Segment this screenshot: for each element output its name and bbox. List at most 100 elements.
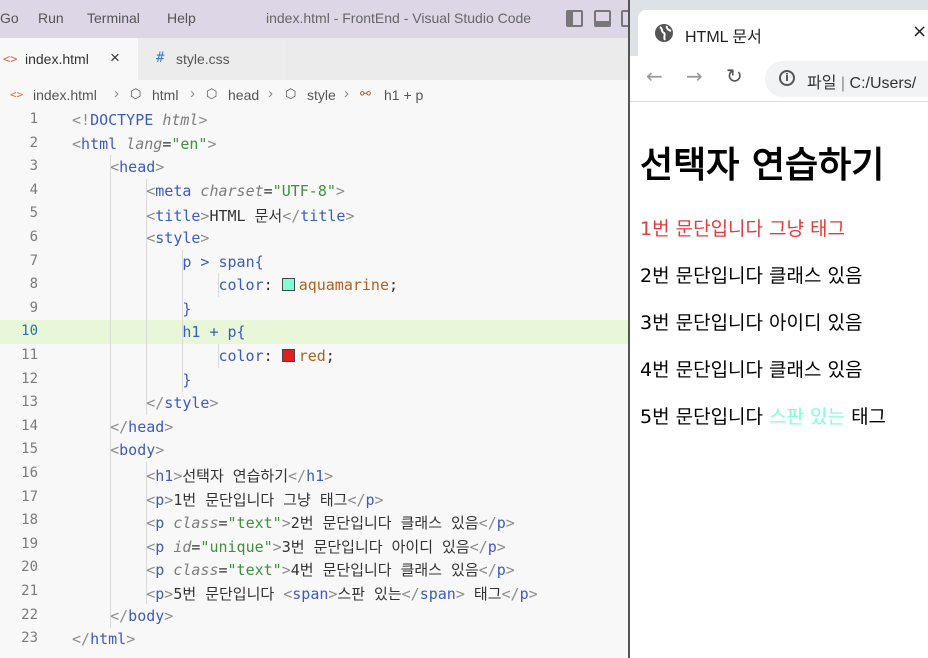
line-number: 1 (29, 111, 38, 127)
html-file-icon: <> (10, 88, 24, 101)
protocol-label: 파일 (807, 75, 837, 92)
code-line[interactable]: 5 <title>HTML 문서</title> (0, 202, 628, 227)
paragraph-4: 4번 문단입니다 클래스 있음 (640, 359, 863, 381)
code-line[interactable]: 12} (0, 367, 628, 392)
address-bar[interactable]: i 파일 | C:/Users/ (765, 61, 928, 97)
line-number: 7 (29, 252, 38, 269)
code-text: </style> (146, 394, 219, 413)
code-line[interactable]: 22 </body> (0, 603, 628, 628)
line-number: 3 (29, 158, 38, 175)
browser-tab-title: HTML 문서 (685, 29, 762, 46)
line-number: 20 (21, 559, 38, 576)
code-text: <!DOCTYPE html> (72, 111, 208, 129)
editor-tab-bar: <> index.html × # style.css (0, 38, 628, 80)
code-line[interactable]: 14 </head> (0, 414, 628, 439)
browser-tab[interactable]: HTML 문서 × (638, 10, 928, 56)
code-line[interactable]: 20 <p class="text">4번 문단입니다 클래스 있음</p> (0, 556, 628, 581)
indent-guide (110, 226, 111, 250)
close-tab-icon[interactable]: × (110, 48, 120, 68)
menu-terminal[interactable]: Terminal (87, 10, 140, 26)
code-line[interactable]: 21 <p>5번 문단입니다 <span>스판 있는</span> 태그</p> (0, 580, 628, 604)
breadcrumb-item[interactable]: style (307, 87, 336, 103)
toggle-sidebar-icon[interactable] (566, 10, 583, 27)
code-text: color: aquamarine; (218, 276, 399, 295)
code-text: } (182, 299, 192, 318)
indent-guide (182, 273, 184, 298)
line-number: 23 (21, 630, 38, 647)
code-line[interactable]: 23 </html> (0, 627, 628, 651)
browser-tab-strip: HTML 문서 × (630, 0, 928, 56)
code-text: p > span{ (182, 252, 264, 271)
breadcrumb-item[interactable]: head (228, 87, 259, 103)
tab-style-css[interactable]: # style.css (138, 38, 286, 80)
line-number: 21 (21, 583, 38, 599)
breadcrumb-item[interactable]: html (152, 87, 178, 103)
indent-guide (146, 296, 148, 321)
indent-guide (146, 249, 148, 274)
paragraph-1: 1번 문단입니다 그냥 태그 (640, 218, 846, 240)
code-line[interactable]: 1 <!DOCTYPE html> (0, 108, 628, 132)
line-number: 17 (21, 488, 38, 505)
code-line[interactable]: 6 <style> (0, 226, 628, 250)
code-text: <p>1번 문단입니다 그냥 태그</p> (146, 490, 384, 509)
line-number: 6 (29, 229, 38, 245)
menu-go[interactable]: Go (0, 10, 19, 26)
back-arrow-icon[interactable]: ← (646, 66, 663, 86)
indent-guide (110, 273, 111, 298)
code-line[interactable]: 16 <h1>선택자 연습하기</h1> (0, 462, 628, 486)
line-number: 4 (29, 181, 38, 198)
toggle-panel-icon[interactable] (594, 10, 611, 27)
code-text: h1 + p{ (182, 323, 246, 342)
code-line[interactable]: 17 <p>1번 문단입니다 그냥 태그</p> (0, 485, 628, 510)
line-number: 8 (29, 276, 38, 293)
indent-guide (146, 344, 148, 368)
breadcrumb-item[interactable]: h1 + p (384, 87, 423, 103)
indent-guide (110, 249, 111, 274)
code-line[interactable]: 3 <head> (0, 155, 628, 180)
code-line[interactable]: 11 color: red; (0, 344, 628, 368)
info-icon[interactable]: i (779, 70, 795, 86)
code-text: </body> (110, 606, 174, 625)
cube-icon: ⬡ (130, 86, 142, 101)
code-line[interactable]: 9} (0, 296, 628, 321)
code-line[interactable]: 18 <p class="text">2번 문단입니다 클래스 있음</p> (0, 509, 628, 534)
menu-run[interactable]: Run (38, 10, 64, 26)
code-line[interactable]: 8 color: aquamarine; (0, 273, 628, 298)
menu-help[interactable]: Help (167, 10, 196, 26)
indent-guide (182, 344, 184, 368)
line-number: 5 (29, 205, 38, 222)
breadcrumb-item[interactable]: index.html (33, 87, 97, 103)
code-text: <h1>선택자 연습하기</h1> (146, 467, 334, 485)
line-number: 11 (21, 347, 38, 363)
vscode-window: Go Run Terminal Help index.html - FrontE… (0, 0, 628, 658)
code-line[interactable]: 2 <html lang="en"> (0, 132, 628, 156)
code-text: <p id="unique">3번 문단입니다 아이디 있음</p> (146, 537, 506, 556)
code-line[interactable]: 7 p > span{ (0, 249, 628, 274)
indent-guide (110, 391, 111, 416)
indent-guide (110, 202, 111, 227)
tab-index-html[interactable]: <> index.html × (0, 38, 138, 80)
tab-label: index.html (25, 51, 89, 67)
code-text: </head> (110, 417, 174, 436)
code-text: color: red; (218, 347, 335, 365)
code-editor[interactable]: 1 <!DOCTYPE html> 2 <html lang="en"> 3 <head>… (0, 108, 628, 658)
code-line[interactable]: 13 </style> (0, 391, 628, 416)
page-heading: 선택자 연습하기 (640, 145, 885, 186)
close-icon[interactable]: × (912, 21, 927, 42)
reload-icon[interactable]: ↻ (726, 66, 743, 86)
code-line[interactable]: 4 <meta charset="UTF-8"> (0, 178, 628, 203)
code-text: <style> (146, 229, 210, 247)
paragraph-2: 2번 문단입니다 클래스 있음 (640, 265, 863, 287)
chevron-right-icon: › (114, 85, 119, 102)
html-file-icon: <> (3, 52, 18, 66)
code-line[interactable]: 15 <body> (0, 438, 628, 463)
code-text: <meta charset="UTF-8"> (146, 181, 345, 200)
forward-arrow-icon[interactable]: → (686, 66, 703, 86)
toggle-secondary-sidebar-icon[interactable] (621, 10, 628, 27)
selector-icon: ⚯ (360, 86, 371, 101)
code-text: <p class="text">4번 문단입니다 클래스 있음</p> (146, 561, 515, 580)
chevron-right-icon: › (190, 85, 195, 102)
line-number: 14 (21, 417, 38, 434)
code-line[interactable]: 19 <p id="unique">3번 문단입니다 아이디 있음</p> (0, 532, 628, 557)
code-line[interactable]: 10 h1 + p{ (0, 320, 628, 345)
